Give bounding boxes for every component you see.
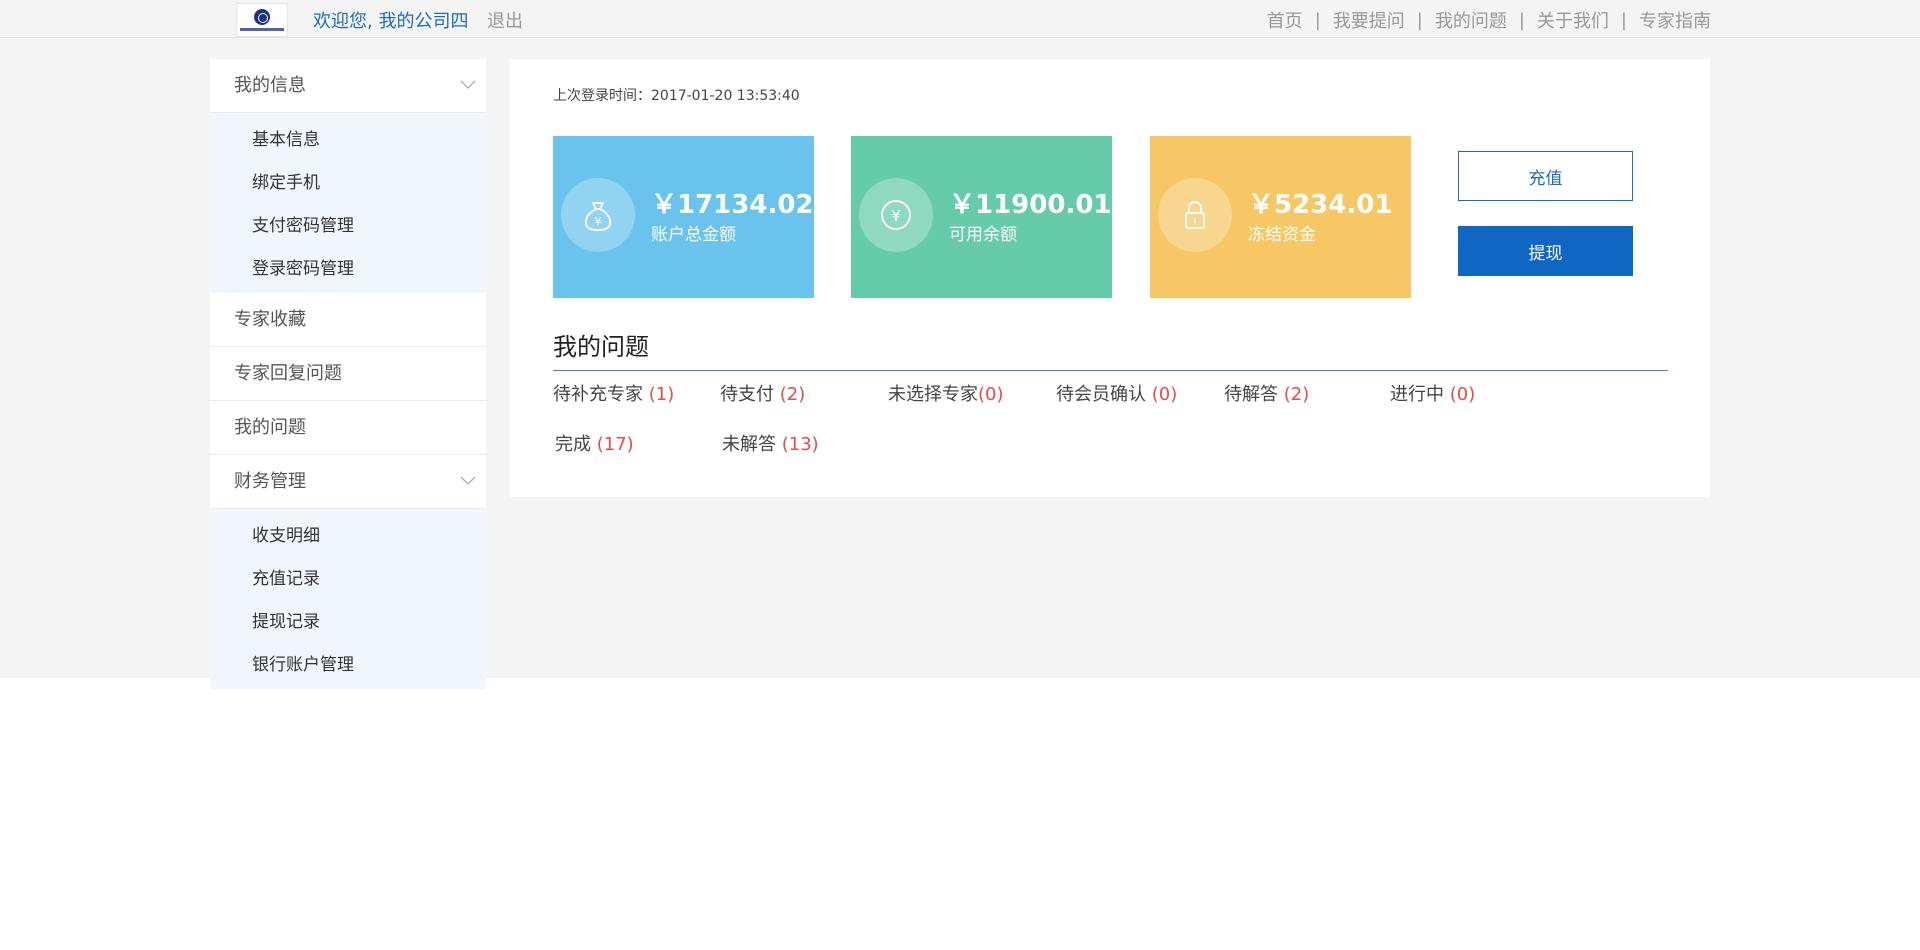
available-balance-label: 可用余额 xyxy=(949,225,1017,245)
status-label: 未选择专家 xyxy=(888,384,978,405)
nav-separator: | xyxy=(1416,9,1423,31)
status-awaiting-supplement-expert[interactable]: 待补充专家 (1) xyxy=(553,380,674,406)
sidebar-item-expert-favorites[interactable]: 专家收藏 xyxy=(210,293,486,347)
status-no-expert-selected[interactable]: 未选择专家(0) xyxy=(888,380,1004,406)
divider xyxy=(553,370,1668,371)
frozen-funds-label: 冻结资金 xyxy=(1248,225,1316,245)
sidebar-item-payment-password[interactable]: 支付密码管理 xyxy=(210,205,486,248)
chevron-down-icon xyxy=(460,80,476,89)
sidebar: 我的信息 基本信息 绑定手机 支付密码管理 登录密码管理 专家收藏 专家回复问题… xyxy=(210,59,486,689)
sidebar-item-bank-accounts[interactable]: 银行账户管理 xyxy=(210,644,486,687)
nav-about-us[interactable]: 关于我们 xyxy=(1537,7,1609,33)
sidebar-item-withdraw-records[interactable]: 提现记录 xyxy=(210,601,486,644)
logo-text-mark xyxy=(240,28,284,31)
status-label: 进行中 xyxy=(1390,384,1450,405)
status-awaiting-payment[interactable]: 待支付 (2) xyxy=(720,380,805,406)
sidebar-group-label: 我的信息 xyxy=(234,75,306,96)
status-count: (2) xyxy=(1283,384,1310,405)
total-balance-label: 账户总金额 xyxy=(651,225,736,245)
frozen-funds-amount: ￥5234.01 xyxy=(1248,190,1393,220)
sidebar-submenu-finance: 收支明细 充值记录 提现记录 银行账户管理 xyxy=(210,509,486,689)
sidebar-group-label: 财务管理 xyxy=(234,471,306,492)
recharge-button[interactable]: 充值 xyxy=(1458,151,1633,201)
sidebar-item-transactions[interactable]: 收支明细 xyxy=(210,515,486,558)
nav-home[interactable]: 首页 xyxy=(1267,7,1303,33)
status-count: (0) xyxy=(1449,384,1476,405)
chevron-down-icon xyxy=(460,476,476,485)
status-count: (2) xyxy=(779,384,806,405)
available-balance-card: ¥ ￥11900.01 可用余额 xyxy=(851,136,1112,298)
status-count: (13) xyxy=(781,434,819,455)
status-count: (1) xyxy=(648,384,675,405)
available-balance-amount: ￥11900.01 xyxy=(949,190,1112,220)
sidebar-item-basic-info[interactable]: 基本信息 xyxy=(210,119,486,162)
status-label: 待会员确认 xyxy=(1056,384,1152,405)
total-balance-card: ¥ ￥17134.02 账户总金额 xyxy=(553,136,814,298)
status-count: (0) xyxy=(978,384,1004,405)
svg-text:¥: ¥ xyxy=(595,215,602,228)
status-count: (17) xyxy=(596,434,634,455)
yen-coin-icon: ¥ xyxy=(859,178,933,252)
last-login-time: 上次登录时间：2017-01-20 13:53:40 xyxy=(553,88,800,104)
welcome-text: 欢迎您, 我的公司四 xyxy=(313,11,469,32)
frozen-funds-card: ￥5234.01 冻结资金 xyxy=(1150,136,1411,298)
status-awaiting-member-confirm[interactable]: 待会员确认 (0) xyxy=(1056,380,1177,406)
status-completed[interactable]: 完成 (17) xyxy=(555,430,634,456)
logo-emblem-icon xyxy=(254,9,270,25)
sidebar-group-my-info[interactable]: 我的信息 xyxy=(210,59,486,113)
status-unanswered[interactable]: 未解答 (13) xyxy=(722,430,819,456)
status-label: 完成 xyxy=(555,434,597,455)
sidebar-item-recharge-records[interactable]: 充值记录 xyxy=(210,558,486,601)
nav-my-questions[interactable]: 我的问题 xyxy=(1435,7,1507,33)
status-label: 未解答 xyxy=(722,434,782,455)
account-panel: 上次登录时间：2017-01-20 13:53:40 ¥ ￥17134.02 账… xyxy=(510,59,1710,497)
nav-separator: | xyxy=(1314,9,1321,31)
nav-expert-guide[interactable]: 专家指南 xyxy=(1639,7,1711,33)
logo[interactable] xyxy=(236,3,288,37)
nav-separator: | xyxy=(1518,9,1525,31)
withdraw-button[interactable]: 提现 xyxy=(1458,226,1633,276)
sidebar-item-my-questions[interactable]: 我的问题 xyxy=(210,401,486,455)
sidebar-item-login-password[interactable]: 登录密码管理 xyxy=(210,248,486,291)
status-count: (0) xyxy=(1151,384,1178,405)
sidebar-group-finance[interactable]: 财务管理 xyxy=(210,455,486,509)
status-label: 待解答 xyxy=(1224,384,1284,405)
nav-separator: | xyxy=(1620,9,1627,31)
top-nav: 首页 | 我要提问 | 我的问题 | 关于我们 | 专家指南 xyxy=(1267,7,1711,33)
logout-link[interactable]: 退出 xyxy=(487,7,523,33)
top-bar: 欢迎您, 我的公司四 退出 首页 | 我要提问 | 我的问题 | 关于我们 | … xyxy=(0,0,1920,38)
my-questions-title: 我的问题 xyxy=(553,333,649,361)
sidebar-submenu-my-info: 基本信息 绑定手机 支付密码管理 登录密码管理 xyxy=(210,113,486,293)
lock-icon xyxy=(1158,178,1232,252)
status-label: 待支付 xyxy=(720,384,780,405)
status-in-progress[interactable]: 进行中 (0) xyxy=(1390,380,1475,406)
nav-ask-question[interactable]: 我要提问 xyxy=(1333,7,1405,33)
money-bag-icon: ¥ xyxy=(561,178,635,252)
status-awaiting-answer[interactable]: 待解答 (2) xyxy=(1224,380,1309,406)
sidebar-item-expert-replies[interactable]: 专家回复问题 xyxy=(210,347,486,401)
total-balance-amount: ￥17134.02 xyxy=(651,190,814,220)
sidebar-item-bind-phone[interactable]: 绑定手机 xyxy=(210,162,486,205)
svg-text:¥: ¥ xyxy=(891,207,901,225)
status-label: 待补充专家 xyxy=(553,384,649,405)
